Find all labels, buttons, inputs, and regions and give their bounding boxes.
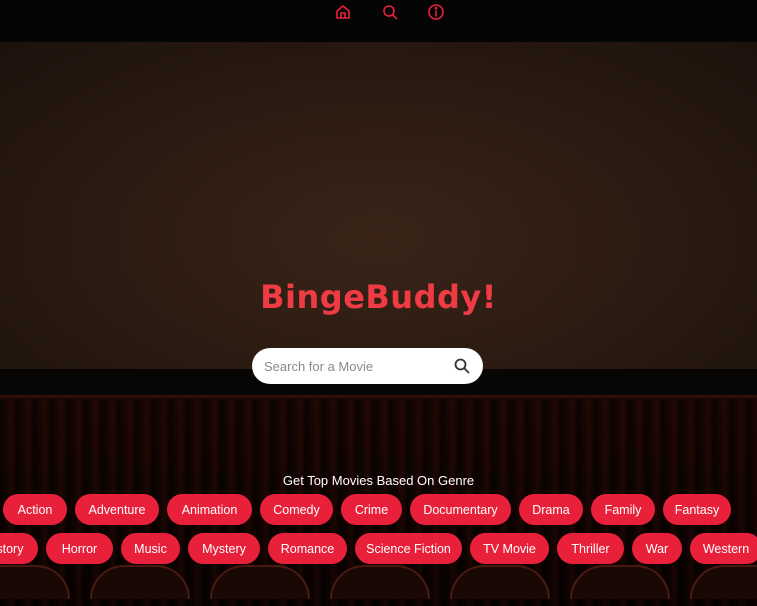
search-input[interactable]	[264, 358, 453, 374]
search-bar	[252, 348, 483, 384]
genre-row-2: History Horror Music Mystery Romance Sci…	[0, 533, 757, 565]
genre-chip-war[interactable]: War	[632, 533, 682, 564]
genre-row-1: Action Adventure Animation Comedy Crime …	[0, 494, 757, 526]
seat	[450, 565, 550, 599]
genre-chip-action[interactable]: Action	[3, 494, 67, 525]
seat	[330, 565, 430, 599]
app-title: BingeBuddy!	[260, 278, 497, 316]
genre-heading: Get Top Movies Based On Genre	[282, 473, 475, 488]
seat	[0, 565, 70, 599]
genre-chip-tv-movie[interactable]: TV Movie	[470, 533, 549, 564]
genre-chip-animation[interactable]: Animation	[167, 494, 252, 525]
genre-chip-adventure[interactable]: Adventure	[75, 494, 159, 525]
genre-chip-mystery[interactable]: Mystery	[188, 533, 260, 564]
seat	[90, 565, 190, 599]
seat	[690, 565, 757, 599]
genre-chip-music[interactable]: Music	[121, 533, 180, 564]
info-icon[interactable]	[427, 3, 445, 21]
genre-chip-documentary[interactable]: Documentary	[410, 494, 511, 525]
top-navbar	[0, 0, 757, 42]
genre-chip-comedy[interactable]: Comedy	[260, 494, 333, 525]
genre-chip-drama[interactable]: Drama	[519, 494, 583, 525]
genre-chip-western[interactable]: Western	[690, 533, 757, 564]
theater-seats	[0, 565, 757, 606]
seat	[210, 565, 310, 599]
search-icon[interactable]	[381, 3, 399, 21]
genre-chip-family[interactable]: Family	[591, 494, 655, 525]
genre-chip-horror[interactable]: Horror	[46, 533, 113, 564]
genre-chip-fantasy[interactable]: Fantasy	[663, 494, 731, 525]
search-icon[interactable]	[453, 357, 471, 375]
genre-chip-crime[interactable]: Crime	[341, 494, 402, 525]
genre-chip-thriller[interactable]: Thriller	[557, 533, 624, 564]
genre-chip-history[interactable]: History	[0, 533, 38, 564]
cinema-screen	[0, 42, 757, 369]
genre-chip-romance[interactable]: Romance	[268, 533, 347, 564]
genre-chip-science-fiction[interactable]: Science Fiction	[355, 533, 462, 564]
seat	[570, 565, 670, 599]
home-icon[interactable]	[334, 3, 352, 21]
